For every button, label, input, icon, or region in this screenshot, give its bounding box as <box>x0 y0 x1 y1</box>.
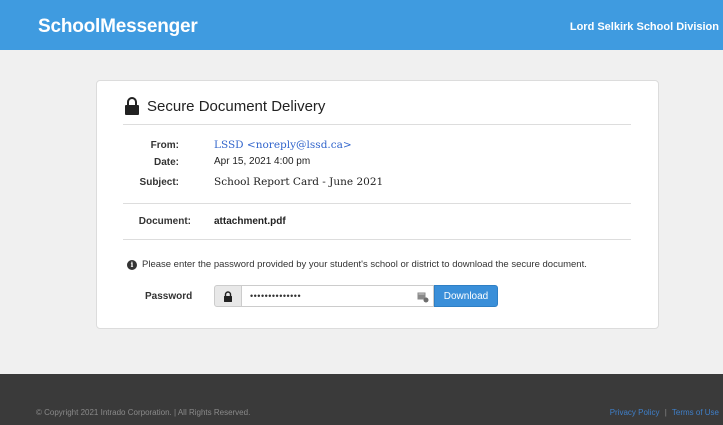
lock-icon <box>124 97 140 115</box>
info-text: Please enter the password provided by yo… <box>142 259 587 270</box>
secure-document-card: Secure Document Delivery From: LSSD <nor… <box>96 80 659 329</box>
divider <box>123 239 631 240</box>
password-masked-value: •••••••••••••• <box>250 291 302 301</box>
password-lock-addon <box>214 285 242 307</box>
download-button[interactable]: Download <box>434 285 498 307</box>
card-title: Secure Document Delivery <box>147 97 326 115</box>
privacy-policy-link[interactable]: Privacy Policy <box>610 408 660 417</box>
footer-link-separator: | <box>664 408 667 417</box>
document-label: Document: <box>138 216 191 227</box>
top-header-bar: SchoolMessenger Lord Selkirk School Divi… <box>0 0 723 50</box>
password-label: Password <box>145 291 193 302</box>
date-label: Date: <box>153 157 179 168</box>
password-input-group: •••••••••••••• Download <box>214 285 498 307</box>
divider <box>123 124 631 125</box>
lock-icon <box>224 290 232 302</box>
from-value[interactable]: LSSD <noreply@lssd.ca> <box>214 139 352 151</box>
brand-logo-text: SchoolMessenger <box>38 16 198 37</box>
organization-name: Lord Selkirk School Division <box>569 21 719 33</box>
from-label: From: <box>150 140 179 151</box>
card-title-row: Secure Document Delivery <box>124 95 325 117</box>
info-icon: i <box>127 259 137 270</box>
terms-of-use-link[interactable]: Terms of Use <box>672 408 719 417</box>
password-manager-icon[interactable] <box>417 291 429 303</box>
page-footer: © Copyright 2021 Intrado Corporation. | … <box>0 374 723 425</box>
document-filename: attachment.pdf <box>214 216 286 227</box>
copyright-text: © Copyright 2021 Intrado Corporation. | … <box>36 408 251 417</box>
subject-value: School Report Card - June 2021 <box>214 176 384 188</box>
password-field[interactable]: •••••••••••••• <box>242 285 434 307</box>
divider <box>123 203 631 204</box>
subject-label: Subject: <box>139 177 179 188</box>
info-message: i Please enter the password provided by … <box>127 259 587 270</box>
footer-links: Privacy Policy | Terms of Use <box>610 408 719 417</box>
date-value: Apr 15, 2021 4:00 pm <box>214 156 311 167</box>
